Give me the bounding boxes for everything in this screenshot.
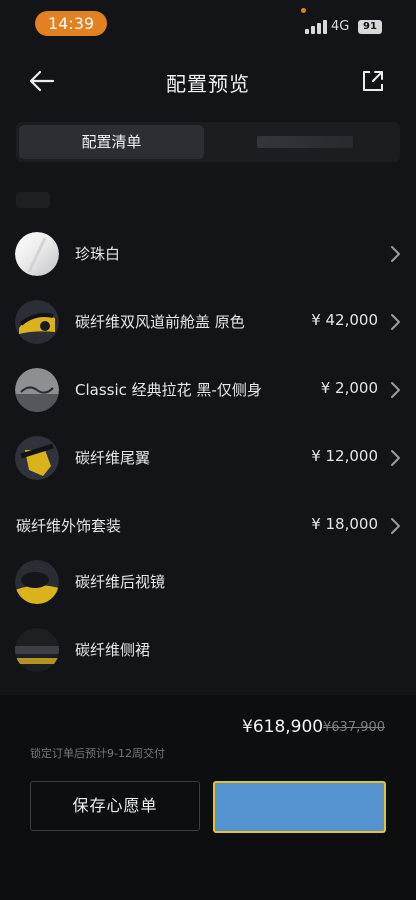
option-row-paint[interactable]: 珍珠白	[0, 224, 416, 284]
option-row-wing[interactable]: 碳纤维尾翼 ¥ 12,000	[0, 428, 416, 488]
package-label: 碳纤维外饰套装	[16, 517, 122, 535]
network-type: 4G	[331, 19, 350, 34]
option-label: 碳纤维双风道前舱盖 原色	[75, 313, 245, 331]
classic-livery-swatch	[15, 368, 59, 412]
option-label: Classic 经典拉花 黑-仅侧身	[75, 381, 262, 399]
option-row-livery[interactable]: Classic 经典拉花 黑-仅侧身 ¥ 2,000	[0, 360, 416, 420]
chevron-right-icon	[391, 314, 400, 330]
view-tabs: 配置清单	[16, 122, 400, 162]
battery-icon: 91	[358, 20, 382, 34]
option-price: ¥ 42,000	[311, 311, 378, 329]
option-label: 珍珠白	[75, 245, 121, 263]
carbon-hood-swatch	[15, 300, 59, 344]
share-external-icon	[363, 71, 383, 91]
page-header: 配置预览	[0, 56, 416, 106]
chevron-right-icon	[391, 246, 400, 262]
package-item-label: 碳纤维后视镜	[75, 573, 166, 591]
chevron-right-icon	[391, 450, 400, 466]
carbon-mirror-swatch	[15, 560, 59, 604]
status-bar: 14:39 4G 91	[0, 0, 416, 44]
package-row-exterior[interactable]: 碳纤维外饰套装 ¥ 18,000	[0, 496, 416, 556]
package-item-mirror: 碳纤维后视镜	[0, 552, 416, 612]
notification-dot-icon	[301, 8, 306, 13]
share-button[interactable]	[358, 66, 388, 96]
save-wishlist-button[interactable]: 保存心愿单	[30, 781, 200, 831]
config-preview-screen: 14:39 4G 91 配置预览 配置清单 珍珠白 碳纤维双风道前舱盖 原色 ¥…	[0, 0, 416, 900]
package-item-skirt: 碳纤维侧裙	[0, 620, 416, 680]
chevron-right-icon	[391, 518, 400, 534]
package-item-label: 碳纤维侧裙	[75, 641, 151, 659]
order-button[interactable]	[213, 781, 386, 833]
page-title: 配置预览	[166, 72, 250, 96]
tab-second-label	[256, 136, 353, 148]
option-label: 碳纤维尾翼	[75, 449, 151, 467]
package-price: ¥ 18,000	[311, 515, 378, 533]
tab-config-list[interactable]: 配置清单	[19, 125, 204, 159]
carbon-skirt-swatch	[15, 628, 59, 672]
option-price: ¥ 12,000	[311, 447, 378, 465]
section-faint-label	[16, 192, 50, 208]
carbon-wing-swatch	[15, 436, 59, 480]
option-row-hood[interactable]: 碳纤维双风道前舱盖 原色 ¥ 42,000	[0, 292, 416, 352]
total-price: ¥618,900	[242, 717, 324, 737]
signal-icon	[305, 20, 327, 34]
pearl-white-swatch	[15, 232, 59, 276]
tab-second[interactable]	[212, 125, 397, 159]
chevron-right-icon	[391, 382, 400, 398]
checkout-bar: ¥618,900 ¥637,900 锁定订单后预计9-12周交付 保存心愿单	[0, 695, 416, 900]
delivery-note: 锁定订单后预计9-12周交付	[30, 747, 165, 760]
option-price: ¥ 2,000	[320, 379, 378, 397]
status-time: 14:39	[35, 11, 107, 36]
original-price: ¥637,900	[323, 720, 386, 735]
